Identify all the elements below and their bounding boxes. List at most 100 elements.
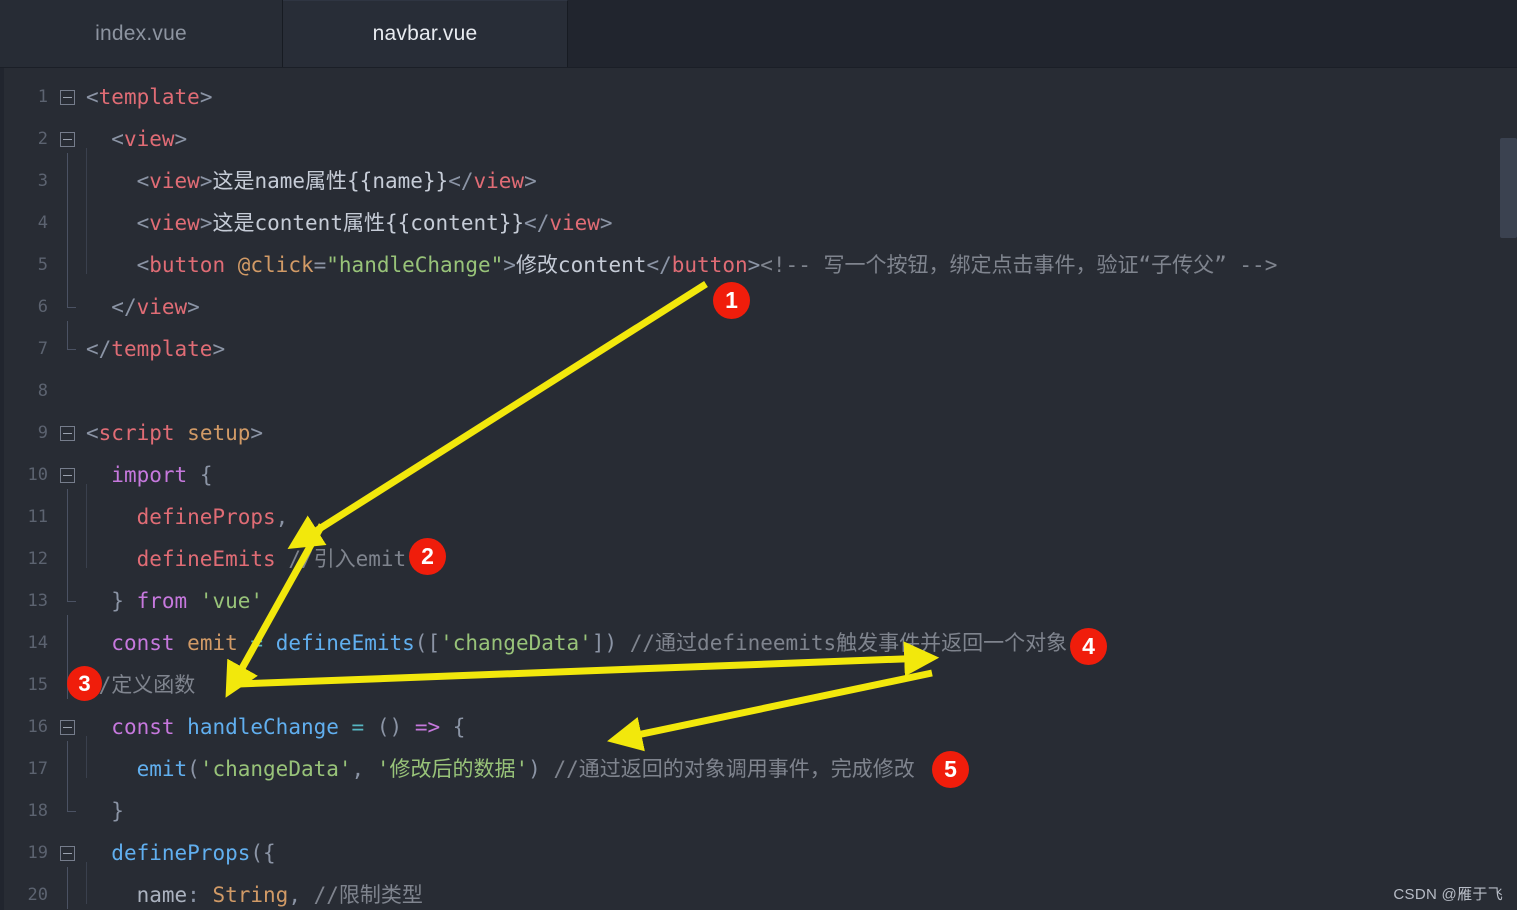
watermark: CSDN @雁于飞 [1393,886,1503,903]
code-line[interactable]: 11 defineProps, [0,484,1517,538]
line-number: 4 [37,213,48,233]
line-number: 13 [27,591,48,611]
tok-open: < [136,211,150,235]
tok-open: < [111,127,124,151]
tok-function: defineProps [111,841,251,865]
tok-operator: = [250,631,264,655]
vertical-scrollbar[interactable] [1500,136,1517,910]
code-line[interactable]: 2 <view> [0,118,1517,160]
line-number: 20 [27,885,48,905]
fold-toggle-icon[interactable] [48,845,86,861]
code-editor[interactable]: 1 <template> 2 <view> 3 <view>这是name属性{{… [0,68,1517,910]
fold-guide [48,278,86,315]
tok-attr: setup [187,421,251,445]
code-text: import { [86,454,1517,496]
badge-label: 3 [78,670,91,696]
fold-guide [48,152,86,195]
tok-endtag: view [549,211,600,235]
tok-function: defineEmits [275,631,415,655]
code-line[interactable]: 4 <view>这是content属性{{content}}</view> [0,190,1517,244]
fold-toggle-icon[interactable] [48,425,86,441]
code-line[interactable]: 6 </view> [0,278,1517,328]
tok-paren-close: ]) [591,631,618,655]
fold-toggle-icon[interactable] [48,89,86,105]
tok-gt: > [503,253,516,277]
annotation-badge-1: 1 [713,282,750,319]
fold-toggle-icon[interactable] [48,467,86,483]
code-line[interactable]: 9 <script setup> [0,412,1517,454]
tab-index-vue[interactable]: index.vue [0,0,283,67]
scrollbar-thumb[interactable] [1500,138,1517,238]
line-number: 14 [27,633,48,653]
line-number: 2 [37,129,48,149]
tab-navbar-vue[interactable]: navbar.vue [283,0,568,67]
tok-attrvalue: "handleChange" [326,253,504,277]
code-line[interactable]: 18 } [0,782,1517,832]
tok-text: 这是content属性{{content}} [212,211,525,235]
code-line[interactable]: 13 } from 'vue' [0,572,1517,622]
tok-open: < [86,421,99,445]
tok-gt: > [199,211,213,235]
code-line[interactable]: 3 <view>这是name属性{{name}}</view> [0,148,1517,202]
fold-guide [48,866,86,909]
tok-paren: ({ [250,841,276,865]
code-line[interactable]: 12 defineEmits //引入emit [0,526,1517,580]
tok-arrow: => [414,715,441,739]
code-text: defineProps({ [86,832,1517,874]
tok-endclose: > [747,253,761,277]
code-line[interactable]: 10 import { [0,454,1517,496]
code-text: <view>这是content属性{{content}}</view> [86,190,1517,244]
tok-endopen: </ [524,211,550,235]
tok-comment: <!-- 写一个按钮，绑定点击事件，验证“子传父” --> [760,253,1278,277]
code-line[interactable]: 16 const handleChange = () => { [0,706,1517,748]
tok-text: 这是name属性{{name}} [212,169,449,193]
badge-label: 2 [421,543,434,569]
line-number: 1 [37,87,48,107]
code-text: <view>这是name属性{{name}}</view> [86,148,1517,202]
tok-comma: , [275,505,289,529]
annotation-badge-2: 2 [409,538,446,575]
tab-label: index.vue [95,21,187,45]
tok-identifier: defineProps [136,505,276,529]
tok-brace: { [199,463,213,487]
fold-guide [48,320,86,357]
fold-guide [48,488,86,531]
tok-tag: view [123,127,175,151]
tok-keyword: const [111,631,175,655]
tok-close: > [174,127,188,151]
tok-paren-open: ([ [414,631,441,655]
code-line[interactable]: 8 [0,370,1517,412]
code-line[interactable]: 20 name: String, //限制类型 [0,862,1517,910]
annotation-badge-5: 5 [932,751,969,788]
code-line[interactable]: 5 <button @click="handleChange">修改conten… [0,232,1517,286]
tok-endtag: view [473,169,525,193]
tok-tag: button [149,253,226,277]
line-number: 6 [37,297,48,317]
tok-comma: , [351,757,365,781]
code-text: </template> [86,328,1517,370]
tok-keyword: from [136,589,188,613]
code-text: } [86,790,1517,832]
code-line[interactable]: 15 //定义函数 [0,656,1517,706]
line-number: 16 [27,717,48,737]
fold-toggle-icon[interactable] [48,719,86,735]
code-line[interactable]: 17 emit('changeData', '修改后的数据') //通过返回的对… [0,736,1517,790]
tok-string: '修改后的数据' [376,757,529,781]
tok-tag: view [149,169,200,193]
tok-close: > [187,295,200,319]
code-text: const handleChange = () => { [86,706,1517,748]
tok-open: </ [111,295,137,319]
code-line[interactable]: 14 const emit = defineEmits(['changeData… [0,614,1517,664]
tok-brace: } [111,799,124,823]
tok-comma: , [288,883,301,907]
code-line[interactable]: 19 defineProps({ [0,832,1517,874]
fold-guide [48,572,86,609]
code-text: const emit = defineEmits(['changeData'])… [86,622,1517,664]
code-line[interactable]: 7 </template> [0,320,1517,370]
tok-comment: //限制类型 [313,883,423,907]
code-text: <script setup> [86,412,1517,454]
tok-endopen: </ [448,169,474,193]
code-line[interactable]: 1 <template> [0,76,1517,118]
tok-open: < [136,169,150,193]
fold-toggle-icon[interactable] [48,131,86,147]
